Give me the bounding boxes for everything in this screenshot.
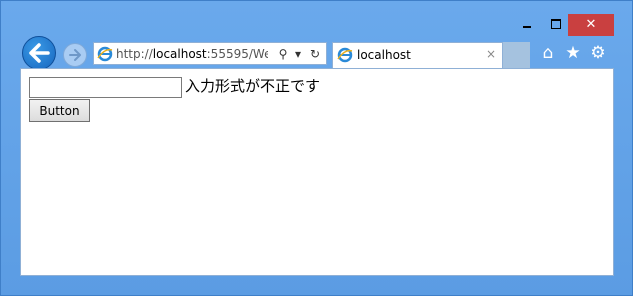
- forward-arrow-icon: [69, 49, 81, 61]
- url-host: localhost: [152, 47, 207, 61]
- address-url[interactable]: http://localhost:55595/Wel: [116, 46, 268, 62]
- tab-title: localhost: [357, 48, 411, 62]
- url-scheme: http://: [116, 47, 153, 61]
- tab-close-icon[interactable]: ×: [486, 47, 496, 61]
- ie-logo-icon: [97, 46, 113, 62]
- settings-gear-icon[interactable]: ⚙: [588, 43, 608, 63]
- address-bar[interactable]: http://localhost:55595/Wel ⚲ ▾ ↻: [93, 42, 327, 65]
- chevron-down-icon[interactable]: ▾: [291, 45, 305, 63]
- ie-logo-icon: [337, 47, 353, 63]
- search-icon[interactable]: ⚲: [276, 45, 290, 63]
- home-icon[interactable]: ⌂: [538, 43, 558, 63]
- back-button[interactable]: [22, 36, 56, 70]
- text-input[interactable]: [29, 77, 182, 98]
- url-path: :55595/Wel: [206, 47, 268, 61]
- browser-window: ✕ http://localhost:55595/Wel ⚲ ▾ ↻ local…: [0, 0, 633, 296]
- new-tab-button[interactable]: [503, 42, 530, 68]
- page-content: 入力形式が不正です Button: [20, 68, 614, 276]
- favorites-star-icon[interactable]: ★: [563, 43, 583, 63]
- tab-localhost[interactable]: localhost ×: [332, 42, 503, 68]
- maximize-button[interactable]: [542, 14, 568, 36]
- refresh-icon[interactable]: ↻: [308, 45, 322, 63]
- close-window-button[interactable]: ✕: [568, 14, 614, 36]
- submit-button[interactable]: Button: [29, 99, 90, 122]
- validation-error-message: 入力形式が不正です: [185, 77, 321, 95]
- back-arrow-icon: [29, 43, 50, 63]
- minimize-button[interactable]: [514, 14, 540, 36]
- forward-button[interactable]: [63, 43, 87, 67]
